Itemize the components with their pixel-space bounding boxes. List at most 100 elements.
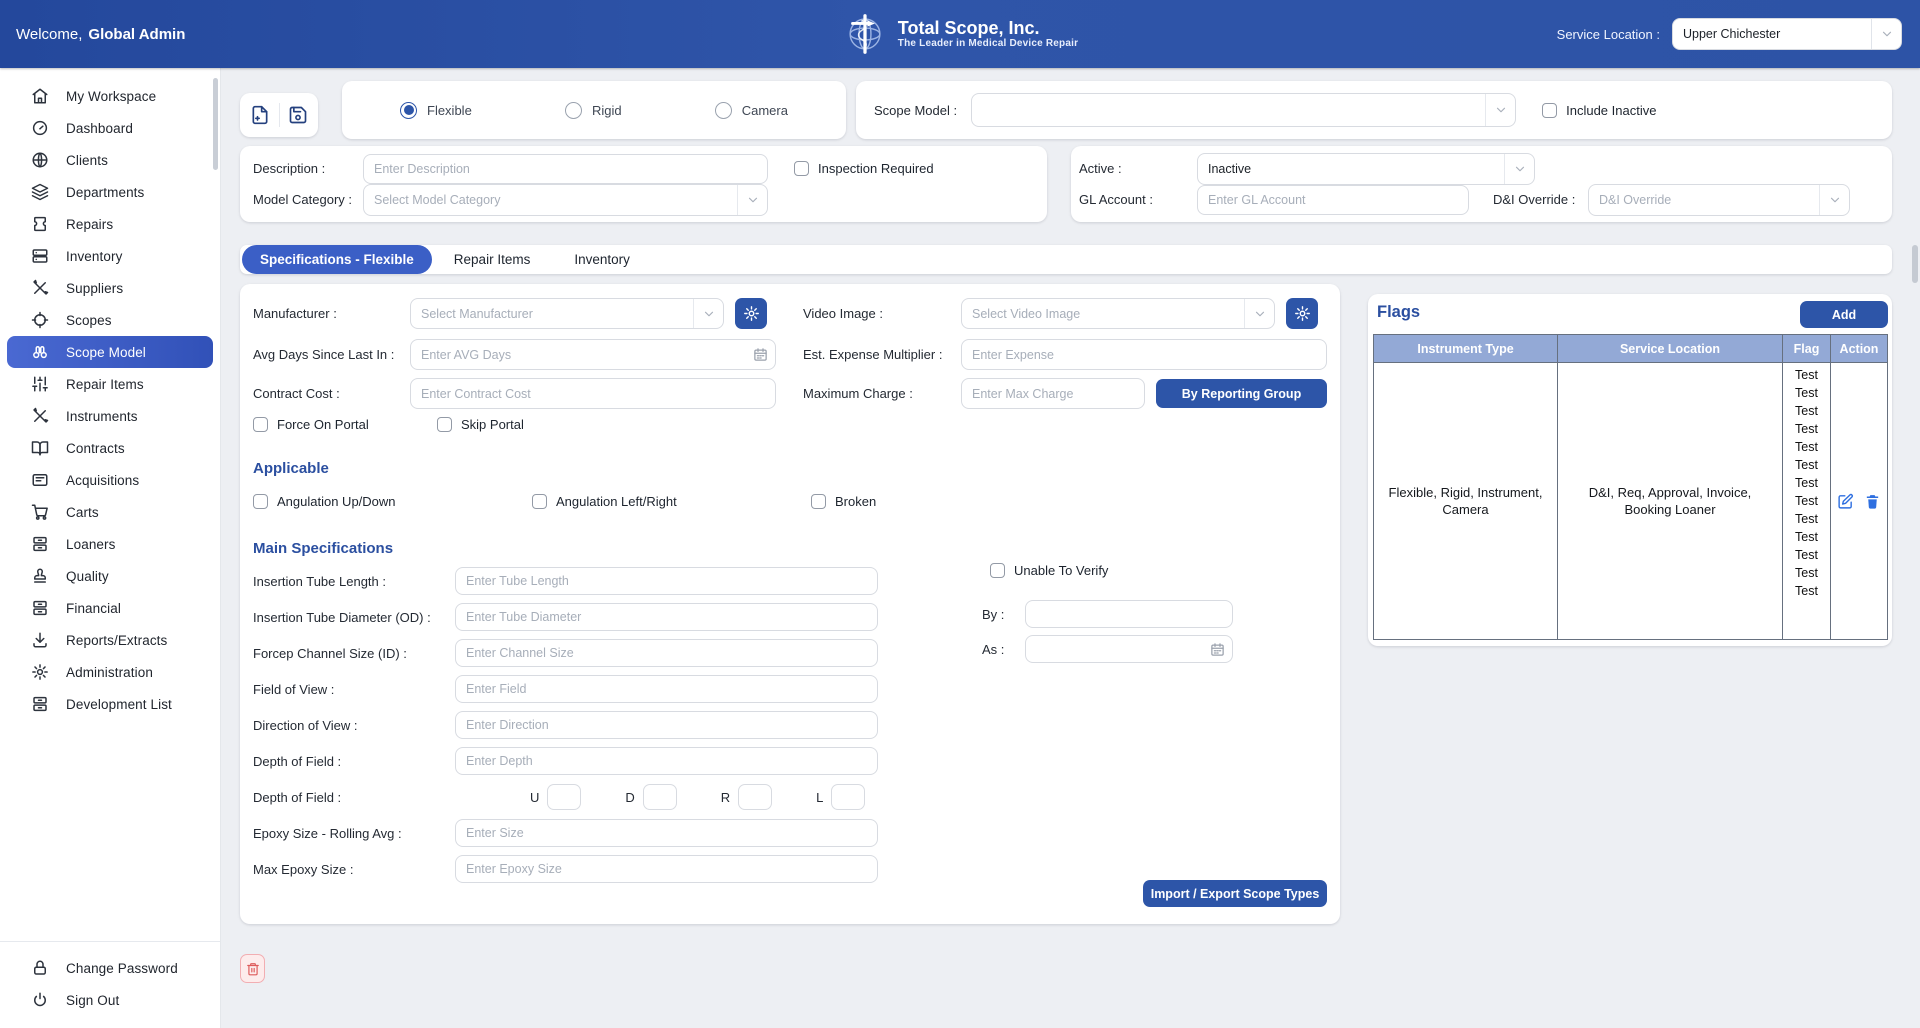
tab-repair-items[interactable]: Repair Items [432,245,553,274]
sidebar-item-scope-model[interactable]: Scope Model [7,336,213,368]
scope-type-radio-camera[interactable]: Camera [715,102,788,119]
ticket-icon [31,215,49,233]
sidebar-item-contracts[interactable]: Contracts [7,432,213,464]
avg-days-label: Avg Days Since Last In : [253,347,410,362]
gl-account-input[interactable] [1197,185,1469,215]
add-flag-button[interactable]: Add [1800,301,1888,328]
dof-inputs: UDRL [530,784,865,810]
checkbox-label: Broken [835,494,876,509]
tools-icon [31,407,49,425]
force-on-portal-checkbox[interactable]: Force On Portal [253,417,437,432]
inspection-required-checkbox[interactable]: Inspection Required [794,161,934,176]
video-image-settings-button[interactable] [1286,298,1318,329]
insertion-tube-length-input[interactable] [455,567,878,595]
flag-value: Test [1784,456,1829,474]
sidebar-item-sign-out[interactable]: Sign Out [7,984,213,1016]
import-export-scope-types-button[interactable]: Import / Export Scope Types [1143,880,1327,907]
angulation-up-down-checkbox[interactable]: Angulation Up/Down [253,494,532,509]
tab-specifications-flexible[interactable]: Specifications - Flexible [242,245,432,274]
manufacturer-select[interactable]: Select Manufacturer [410,298,724,329]
delete-record-button[interactable] [240,954,265,983]
sidebar-item-repair-items[interactable]: Repair Items [7,368,213,400]
sidebar-item-change-password[interactable]: Change Password [7,952,213,984]
epoxy-size-rolling-avg-input[interactable] [455,819,878,847]
manufacturer-settings-button[interactable] [735,298,767,329]
angulation-left-right-checkbox[interactable]: Angulation Left/Right [532,494,811,509]
sidebar-item-financial[interactable]: Financial [7,592,213,624]
insertion-tube-diameter-od-input[interactable] [455,603,878,631]
sidebar-item-scopes[interactable]: Scopes [7,304,213,336]
unable-to-verify-row: Unable To Verify [990,563,1108,578]
scope-type-radio-flexible[interactable]: Flexible [400,102,472,119]
include-inactive-checkbox[interactable]: Include Inactive [1542,103,1656,118]
sidebar-item-suppliers[interactable]: Suppliers [7,272,213,304]
sidebar-item-development-list[interactable]: Development List [7,688,213,720]
video-image-select[interactable]: Select Video Image [961,298,1275,329]
sidebar-item-dashboard[interactable]: Dashboard [7,112,213,144]
est-expense-input[interactable] [961,339,1327,370]
sidebar-item-departments[interactable]: Departments [7,176,213,208]
sidebar-item-reports-extracts[interactable]: Reports/Extracts [7,624,213,656]
radio-icon [400,102,417,119]
sidebar-item-loaners[interactable]: Loaners [7,528,213,560]
unable-to-verify-checkbox[interactable]: Unable To Verify [990,563,1108,578]
delete-flag-icon[interactable] [1864,493,1881,510]
sidebar-item-label: Reports/Extracts [66,633,167,648]
sidebar-item-repairs[interactable]: Repairs [7,208,213,240]
description-input[interactable] [363,154,768,184]
flag-value: Test [1784,582,1829,600]
sidebar-item-label: Departments [66,185,144,200]
drawer-icon [31,695,49,713]
checkbox-icon [794,161,809,176]
max-epoxy-size-input[interactable] [455,855,878,883]
dof-input-l[interactable] [831,784,865,810]
header: Welcome, Global Admin [0,0,1920,68]
sidebar-item-carts[interactable]: Carts [7,496,213,528]
verified-as-input[interactable] [1025,635,1233,663]
maximum-charge-label: Maximum Charge : [803,386,961,401]
depth-of-field-input[interactable] [455,747,878,775]
sidebar-footer: Change PasswordSign Out [0,941,220,1016]
skip-portal-checkbox[interactable]: Skip Portal [437,417,524,432]
sidebar-item-instruments[interactable]: Instruments [7,400,213,432]
maximum-charge-input[interactable] [961,378,1145,409]
est-expense-label: Est. Expense Multiplier : [803,347,961,362]
sidebar-item-clients[interactable]: Clients [7,144,213,176]
scope-model-select[interactable] [971,93,1516,127]
new-record-button[interactable] [244,99,277,132]
dof-input-d[interactable] [643,784,677,810]
avg-days-input[interactable] [410,339,776,370]
active-select[interactable]: Inactive [1197,153,1535,185]
field-of-view-input[interactable] [455,675,878,703]
di-override-select[interactable]: D&I Override [1588,184,1850,216]
sidebar-item-quality[interactable]: Quality [7,560,213,592]
flag-cell: TestTestTestTestTestTestTestTestTestTest… [1783,363,1831,640]
depth-of-field-label: Depth of Field : [253,754,455,769]
sidebar-item-administration[interactable]: Administration [7,656,213,688]
dof-input-u[interactable] [547,784,581,810]
direction-of-view-input[interactable] [455,711,878,739]
service-location-select[interactable]: Upper Chichester [1672,18,1902,50]
forcep-channel-size-id-input[interactable] [455,639,878,667]
contract-cost-input[interactable] [410,378,776,409]
globe-icon [31,151,49,169]
by-reporting-group-button[interactable]: By Reporting Group [1156,379,1327,408]
sidebar-item-inventory[interactable]: Inventory [7,240,213,272]
flag-value: Test [1784,366,1829,384]
sidebar-item-label: Loaners [66,537,116,552]
spec-field-row: Forcep Channel Size (ID) : [253,639,878,667]
dof-input-r[interactable] [738,784,772,810]
sidebar-item-label: My Workspace [66,89,156,104]
page-scrollbar-thumb[interactable] [1912,245,1918,283]
verified-by-input[interactable] [1025,600,1233,628]
sidebar-item-acquisitions[interactable]: Acquisitions [7,464,213,496]
sidebar-item-my-workspace[interactable]: My Workspace [7,80,213,112]
edit-flag-icon[interactable] [1837,493,1854,510]
model-category-select[interactable]: Select Model Category [363,184,768,216]
save-button[interactable] [282,99,315,132]
scope-type-radio-rigid[interactable]: Rigid [565,102,622,119]
tab-inventory[interactable]: Inventory [552,245,652,274]
broken-checkbox[interactable]: Broken [811,494,1090,509]
sidebar-scrollbar-thumb[interactable] [213,78,218,170]
spec-field-row: Max Epoxy Size : [253,855,878,883]
